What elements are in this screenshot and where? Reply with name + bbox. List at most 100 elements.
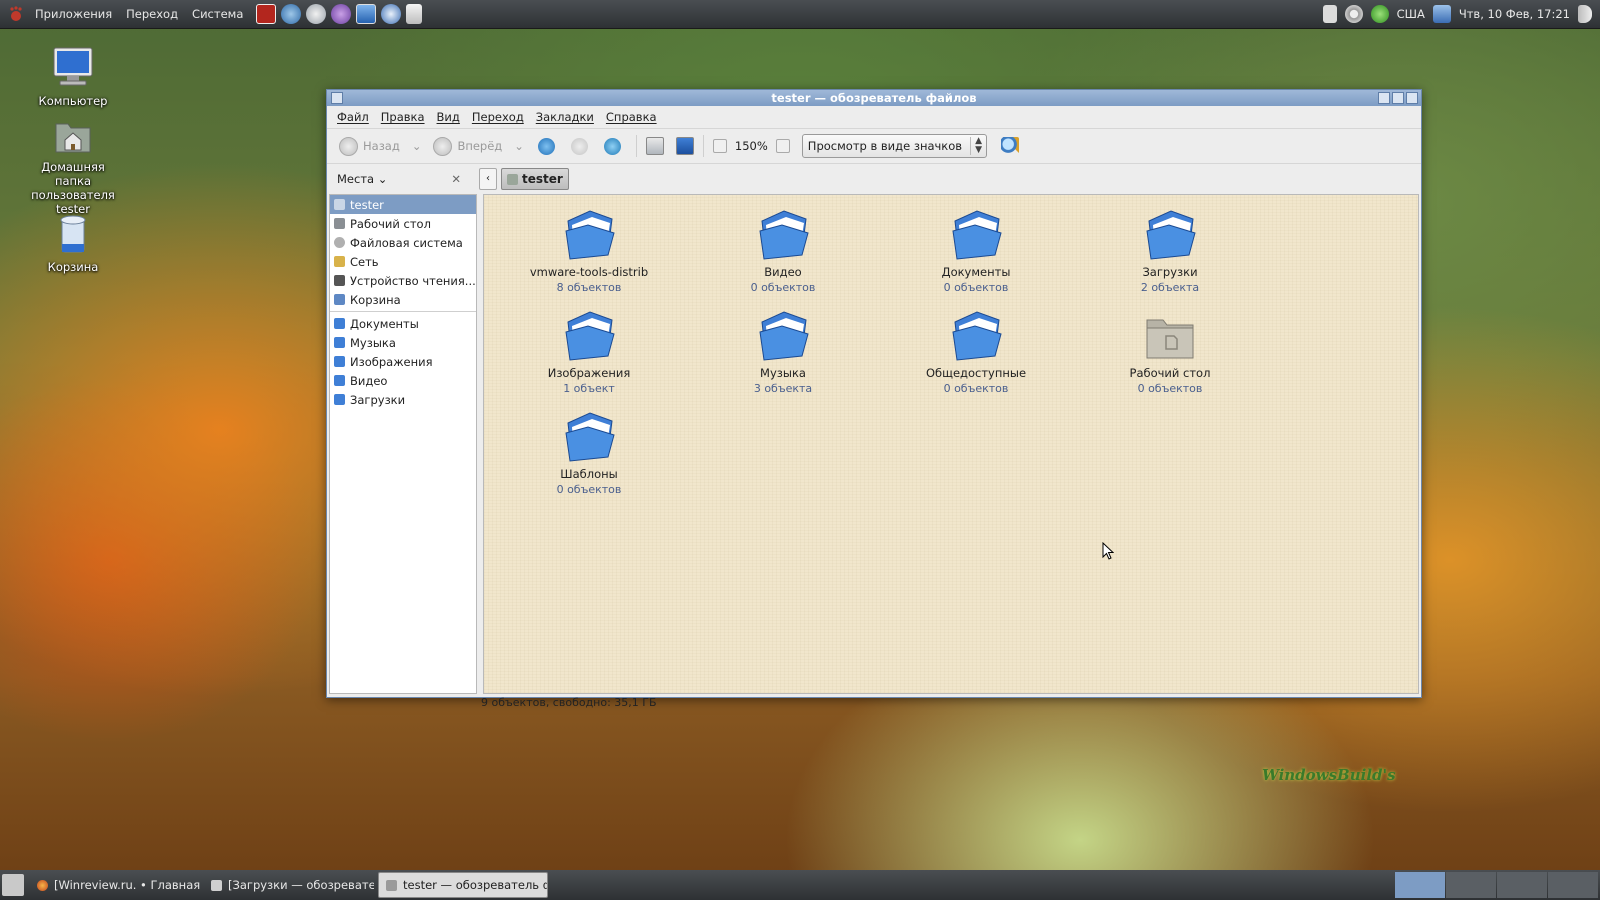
status-text: 9 объектов, свободно: 35,1 ГБ xyxy=(481,696,657,709)
volume-icon[interactable] xyxy=(1578,5,1592,23)
workspace-4[interactable] xyxy=(1548,872,1598,898)
folder-icon xyxy=(952,311,1002,361)
desktop-icon-home[interactable]: Домашняя папка пользователя tester xyxy=(23,116,123,216)
window-titlebar[interactable]: tester — обозреватель файлов xyxy=(327,90,1421,106)
folder-icon xyxy=(334,394,345,405)
sidebar-item-documents[interactable]: Документы xyxy=(330,314,476,333)
home-folder-icon xyxy=(55,123,91,153)
update-icon[interactable] xyxy=(1370,5,1389,23)
zoom-in-icon[interactable] xyxy=(775,139,790,153)
sidebar-item-optical-drive[interactable]: Устройство чтения... xyxy=(330,271,476,290)
network-status-icon[interactable] xyxy=(1432,5,1451,23)
desktop-icon-computer[interactable]: Компьютер xyxy=(23,46,123,108)
folder-count: 8 объектов xyxy=(556,281,622,294)
folder-icon xyxy=(565,412,615,462)
sidebar-item-label: Рабочий стол xyxy=(350,216,431,231)
browser-launcher-icon[interactable] xyxy=(381,4,402,24)
minimize-button[interactable] xyxy=(1378,92,1390,104)
folder-name: Видео xyxy=(764,265,802,279)
menu-places[interactable]: Переход xyxy=(119,7,185,21)
taskbar-item-browser[interactable]: [Winreview.ru. • Главная с... xyxy=(30,872,200,898)
zoom-out-icon[interactable] xyxy=(712,139,727,153)
desktop-folder-icon xyxy=(1146,319,1194,359)
clipboard-icon[interactable] xyxy=(1322,5,1337,23)
sidebar-item-pictures[interactable]: Изображения xyxy=(330,352,476,371)
workspace-1[interactable] xyxy=(1395,872,1445,898)
forward-history-dropdown[interactable]: ⌄ xyxy=(510,133,528,159)
show-desktop-button[interactable] xyxy=(2,874,24,896)
messenger-launcher-icon[interactable] xyxy=(331,4,352,24)
sidebar-item-downloads[interactable]: Загрузки xyxy=(330,390,476,409)
taskbar-item-tester[interactable]: tester — обозреватель ф... xyxy=(378,872,548,898)
sidebar-item-label: Корзина xyxy=(350,292,401,307)
menu-help[interactable]: Справка xyxy=(600,110,663,124)
menu-system[interactable]: Система xyxy=(185,7,250,21)
sidebar-item-home[interactable]: tester xyxy=(330,195,476,214)
icon-view[interactable]: vmware-tools-distrib 8 объектов Видео 0 … xyxy=(483,194,1419,694)
stop-icon[interactable] xyxy=(570,137,588,155)
folder-item[interactable]: Общедоступные 0 объектов xyxy=(901,308,1051,396)
folder-item[interactable]: Музыка 3 объекта xyxy=(708,308,858,396)
menu-view[interactable]: Вид xyxy=(431,110,466,124)
folder-icon xyxy=(565,210,615,260)
menu-file[interactable]: Файл xyxy=(331,110,375,124)
gear-icon[interactable] xyxy=(1344,5,1363,23)
folder-count: 3 объекта xyxy=(753,382,813,395)
search-icon[interactable] xyxy=(1001,137,1019,155)
folder-item[interactable]: Рабочий стол 0 объектов xyxy=(1095,308,1245,396)
taskbar-item-downloads[interactable]: [Загрузки — обозревате... xyxy=(204,872,374,898)
mail-launcher-icon[interactable] xyxy=(306,4,327,24)
sidebar-item-filesystem[interactable]: Файловая система xyxy=(330,233,476,252)
workspace-3[interactable] xyxy=(1497,872,1547,898)
zoom-level[interactable]: 150% xyxy=(731,139,772,153)
sidebar-item-music[interactable]: Музыка xyxy=(330,333,476,352)
keyboard-layout[interactable]: США xyxy=(1397,7,1425,21)
display-launcher-icon[interactable] xyxy=(356,4,377,24)
maximize-button[interactable] xyxy=(1392,92,1404,104)
folder-item[interactable]: Изображения 1 объект xyxy=(514,308,664,396)
folder-item[interactable]: Документы 0 объектов xyxy=(901,207,1051,295)
sidebar-item-trash[interactable]: Корзина xyxy=(330,290,476,309)
terminal-launcher-icon[interactable] xyxy=(256,4,277,24)
folder-name: Изображения xyxy=(547,366,631,380)
disc-icon xyxy=(334,275,345,286)
network-launcher-icon[interactable] xyxy=(281,4,302,24)
reload-icon[interactable] xyxy=(603,137,621,155)
folder-name: Музыка xyxy=(760,366,806,380)
path-scroll-left-button[interactable]: ‹ xyxy=(479,168,497,190)
menu-bookmarks[interactable]: Закладки xyxy=(530,110,600,124)
taskbar-item-label: [Winreview.ru. • Главная с... xyxy=(54,878,200,892)
menu-edit[interactable]: Правка xyxy=(375,110,431,124)
sidebar-item-network[interactable]: Сеть xyxy=(330,252,476,271)
sidebar-header-label: Места xyxy=(337,172,375,186)
home-icon[interactable] xyxy=(645,137,664,155)
clock[interactable]: Чтв, 10 Фев, 17:21 xyxy=(1459,7,1570,21)
sidebar-item-desktop[interactable]: Рабочий стол xyxy=(330,214,476,233)
editor-launcher-icon[interactable] xyxy=(406,4,423,24)
gnome-foot-icon[interactable] xyxy=(8,6,24,22)
computer-icon[interactable] xyxy=(675,137,694,155)
sidebar-type-select[interactable]: Места ⌄ xyxy=(337,172,387,186)
folder-icon xyxy=(334,375,345,386)
sidebar-close-icon[interactable]: ✕ xyxy=(451,172,461,186)
desktop-icon-trash[interactable]: Корзина xyxy=(23,214,123,274)
menu-applications[interactable]: Приложения xyxy=(28,7,119,21)
folder-count: 0 объектов xyxy=(750,281,816,294)
folder-count: 0 объектов xyxy=(556,483,622,496)
folder-item[interactable]: Шаблоны 0 объектов xyxy=(514,409,664,497)
back-button[interactable]: Назад xyxy=(335,133,404,159)
forward-button[interactable]: Вперёд xyxy=(429,133,506,159)
path-crumb-tester[interactable]: tester xyxy=(501,168,569,190)
folder-item[interactable]: Загрузки 2 объекта xyxy=(1095,207,1245,295)
sidebar-item-label: Загрузки xyxy=(350,392,406,407)
view-mode-select[interactable]: Просмотр в виде значков ▲ ▼ xyxy=(801,134,987,158)
folder-item[interactable]: Видео 0 объектов xyxy=(708,207,858,295)
close-button[interactable] xyxy=(1406,92,1418,104)
window-menu-button[interactable] xyxy=(331,92,343,104)
up-arrow-icon[interactable] xyxy=(537,137,555,155)
folder-item[interactable]: vmware-tools-distrib 8 объектов xyxy=(514,207,664,295)
workspace-2[interactable] xyxy=(1446,872,1496,898)
sidebar-item-videos[interactable]: Видео xyxy=(330,371,476,390)
menu-go[interactable]: Переход xyxy=(466,110,530,124)
back-history-dropdown[interactable]: ⌄ xyxy=(408,133,426,159)
